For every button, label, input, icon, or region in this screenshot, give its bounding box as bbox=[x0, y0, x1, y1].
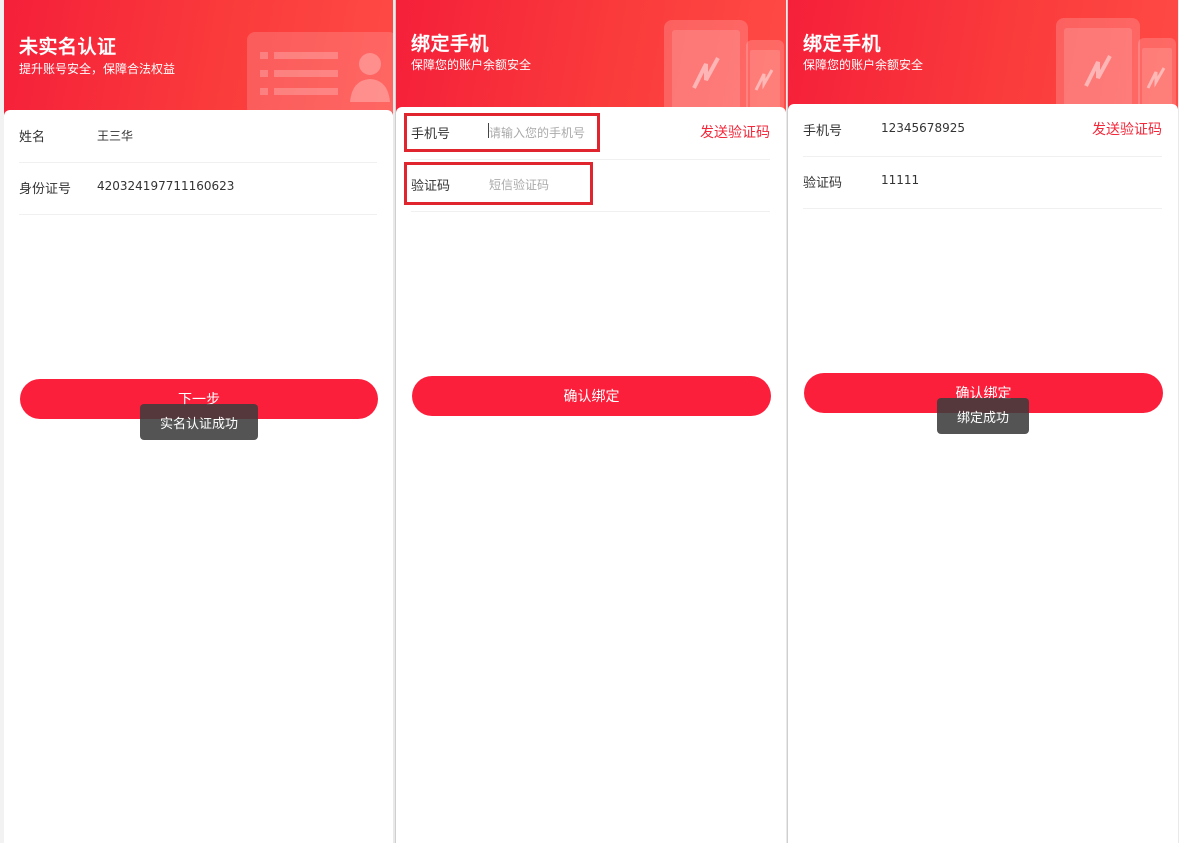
phone-row: 手机号 12345678925 发送验证码 bbox=[803, 104, 1162, 157]
header-banner: 绑定手机 保障您的账户余额安全 bbox=[396, 0, 786, 122]
id-number-label: 身份证号 bbox=[19, 182, 72, 197]
code-label: 验证码 bbox=[803, 176, 843, 191]
id-number-input[interactable]: 420324197711160623 bbox=[97, 179, 234, 193]
page-subtitle: 保障您的账户余额安全 bbox=[803, 58, 924, 72]
send-code-button[interactable]: 发送验证码 bbox=[700, 122, 770, 142]
success-toast: 绑定成功 bbox=[937, 398, 1029, 434]
success-toast: 实名认证成功 bbox=[140, 404, 258, 440]
page-subtitle: 提升账号安全，保障合法权益 bbox=[19, 62, 176, 76]
confirm-bind-button[interactable]: 确认绑定 bbox=[412, 376, 771, 416]
phone-highlight-box bbox=[404, 113, 600, 152]
bind-phone-success-screen: 绑定手机 保障您的账户余额安全 手机号 12345678925 发送验证码 验证… bbox=[788, 0, 1178, 843]
form-card: 姓名 王三华 身份证号 420324197711160623 bbox=[4, 110, 393, 843]
realname-screen: 未实名认证 提升账号安全，保障合法权益 姓名 王三华 身份证号 42032419… bbox=[4, 0, 393, 843]
page-subtitle: 保障您的账户余额安全 bbox=[411, 58, 532, 72]
phones-icon bbox=[1056, 18, 1176, 116]
code-highlight-box bbox=[404, 162, 593, 205]
form-card: 手机号 12345678925 发送验证码 验证码 11111 bbox=[788, 104, 1178, 843]
page-title: 未实名认证 bbox=[19, 36, 117, 58]
id-card-person-icon bbox=[247, 32, 393, 112]
page-title: 绑定手机 bbox=[411, 33, 490, 55]
send-code-button[interactable]: 发送验证码 bbox=[1092, 119, 1162, 139]
page-title: 绑定手机 bbox=[803, 33, 882, 55]
name-input[interactable]: 王三华 bbox=[97, 127, 133, 144]
phone-label: 手机号 bbox=[803, 124, 843, 139]
bind-phone-screen: 绑定手机 保障您的账户余额安全 手机号 请输入您的手机号 发送验证码 验证码 短… bbox=[396, 0, 786, 843]
phones-icon bbox=[664, 20, 784, 118]
code-input[interactable]: 11111 bbox=[881, 173, 919, 187]
id-number-row: 身份证号 420324197711160623 bbox=[19, 162, 377, 215]
header-banner: 未实名认证 提升账号安全，保障合法权益 bbox=[4, 0, 393, 122]
name-label: 姓名 bbox=[19, 130, 46, 145]
phone-input[interactable]: 12345678925 bbox=[881, 121, 965, 135]
form-card: 手机号 请输入您的手机号 发送验证码 验证码 短信验证码 bbox=[396, 107, 786, 843]
code-row: 验证码 11111 bbox=[803, 156, 1162, 209]
name-row: 姓名 王三华 bbox=[19, 110, 377, 163]
